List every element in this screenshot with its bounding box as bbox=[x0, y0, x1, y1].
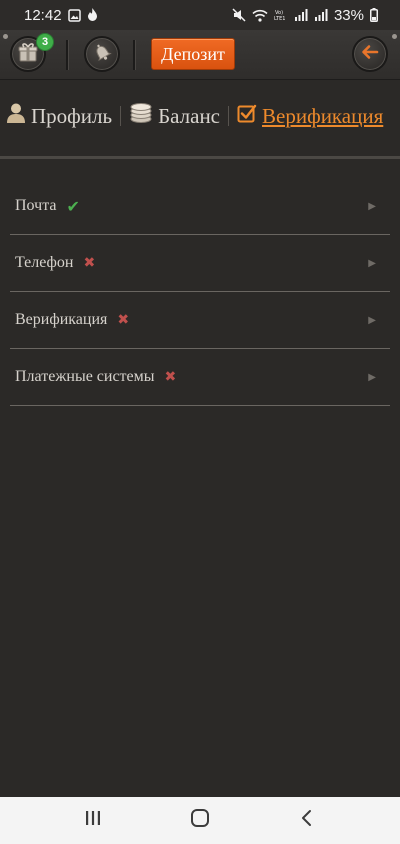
list-item-label: Почта bbox=[15, 197, 57, 214]
row-left: Телефон ✖ bbox=[15, 254, 95, 272]
home-button[interactable] bbox=[180, 801, 220, 841]
list-item-verification[interactable]: Верификация ✖ ▶ bbox=[10, 292, 390, 349]
wifi-icon bbox=[252, 9, 268, 22]
list-item-label: Платежные системы bbox=[15, 368, 155, 385]
back-button[interactable] bbox=[352, 36, 388, 72]
cross-icon: ✖ bbox=[164, 369, 177, 385]
chevron-right-icon: ▶ bbox=[368, 257, 376, 269]
tabs-underline bbox=[0, 156, 400, 159]
signal-icon bbox=[294, 9, 308, 21]
row-left: Платежные системы ✖ bbox=[15, 368, 176, 386]
image-icon bbox=[67, 8, 81, 22]
arrow-left-icon bbox=[359, 41, 381, 68]
status-time: 12:42 bbox=[24, 6, 62, 24]
list-item-email[interactable]: Почта ✔ ▶ bbox=[10, 178, 390, 235]
tab-profile[interactable]: Профиль bbox=[6, 102, 112, 130]
coins-icon bbox=[129, 102, 153, 130]
checkbox-icon bbox=[237, 103, 257, 129]
tab-separator bbox=[228, 106, 230, 126]
tab-balance[interactable]: Баланс bbox=[129, 102, 220, 130]
rivet-left bbox=[3, 34, 8, 39]
battery-icon bbox=[370, 8, 378, 22]
chevron-right-icon: ▶ bbox=[368, 314, 376, 326]
tab-separator bbox=[120, 106, 122, 126]
notifications-button[interactable] bbox=[84, 36, 120, 72]
mute-icon bbox=[232, 8, 246, 22]
chevron-right-icon: ▶ bbox=[368, 371, 376, 383]
tab-verification[interactable]: Верификация bbox=[237, 103, 383, 129]
gift-badge: 3 bbox=[36, 33, 54, 51]
profile-tabs: Профиль Баланс Верификация bbox=[0, 80, 400, 152]
status-bar: 12:42 Vo) LTE1 33% bbox=[0, 0, 400, 30]
list-item-payment-systems[interactable]: Платежные системы ✖ ▶ bbox=[10, 349, 390, 406]
status-left: 12:42 bbox=[24, 7, 98, 24]
verification-list: Почта ✔ ▶ Телефон ✖ ▶ Верификация ✖ ▶ Пл… bbox=[10, 178, 390, 406]
recent-apps-button[interactable] bbox=[73, 801, 113, 841]
deposit-button[interactable]: Депозит bbox=[151, 38, 235, 70]
bell-icon bbox=[91, 41, 113, 68]
tab-profile-label: Профиль bbox=[31, 103, 113, 128]
list-item-label: Телефон bbox=[15, 254, 74, 271]
flame-icon bbox=[87, 8, 98, 22]
chevron-left-icon bbox=[300, 809, 314, 832]
row-left: Почта ✔ bbox=[15, 197, 80, 216]
signal-icon-2 bbox=[314, 9, 328, 21]
top-bar: 3 Депозит bbox=[0, 30, 400, 80]
system-nav-bar bbox=[0, 797, 400, 844]
divider bbox=[66, 40, 68, 70]
volte-icon: Vo) LTE1 bbox=[274, 8, 288, 22]
check-icon: ✔ bbox=[66, 196, 80, 216]
chevron-right-icon: ▶ bbox=[368, 200, 376, 212]
system-back-button[interactable] bbox=[287, 801, 327, 841]
list-item-label: Верификация bbox=[15, 311, 108, 328]
row-left: Верификация ✖ bbox=[15, 311, 129, 329]
rivet-right bbox=[392, 34, 397, 39]
home-icon bbox=[190, 808, 210, 833]
cross-icon: ✖ bbox=[117, 312, 130, 328]
recent-apps-icon bbox=[84, 810, 102, 831]
user-icon bbox=[6, 102, 26, 130]
list-item-phone[interactable]: Телефон ✖ ▶ bbox=[10, 235, 390, 292]
status-right: Vo) LTE1 33% bbox=[232, 7, 378, 24]
battery-percent: 33% bbox=[333, 6, 364, 24]
tab-verification-label: Верификация bbox=[262, 103, 384, 128]
svg-text:LTE1: LTE1 bbox=[274, 16, 286, 22]
divider bbox=[133, 40, 135, 70]
cross-icon: ✖ bbox=[83, 255, 96, 271]
tab-balance-label: Баланс bbox=[158, 103, 221, 128]
